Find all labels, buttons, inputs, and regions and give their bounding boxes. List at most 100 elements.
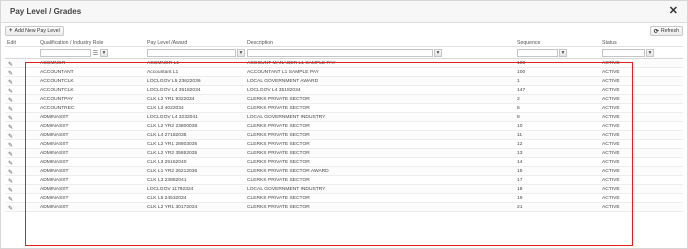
cell-status: ACTIVE [602, 115, 620, 120]
refresh-icon: ⟳ [653, 28, 659, 35]
cell-sequence: 18 [517, 187, 523, 192]
table-row[interactable]: ✎ ACCOUNTCLK LOCLGOV L5 23622036 LOCAL G… [5, 77, 683, 86]
refresh-label: Refresh [660, 28, 679, 34]
pencil-icon[interactable]: ✎ [8, 133, 13, 140]
pencil-icon[interactable]: ✎ [8, 61, 13, 68]
cell-status: ACTIVE [602, 70, 620, 75]
cell-qualification: ACCOUNTREC [40, 106, 75, 111]
pencil-icon[interactable]: ✎ [8, 142, 13, 149]
description-filter-icon[interactable]: ▼ [434, 49, 442, 57]
table-row[interactable]: ✎ ADMINASST CLK L2 YR2 35852035 CLERKS P… [5, 149, 683, 158]
cell-description: LOCAL GOVERNMENT INDUSTRY [247, 115, 326, 120]
cell-description: CLERKS PRIVATE SECTOR [247, 160, 310, 165]
status-filter-icon[interactable]: ▼ [646, 49, 654, 57]
refresh-button[interactable]: ⟳ Refresh [649, 26, 683, 36]
cell-sequence: 19 [517, 196, 523, 201]
pencil-icon[interactable]: ✎ [8, 88, 13, 95]
cell-sequence: 15 [517, 169, 523, 174]
pencil-icon[interactable]: ✎ [8, 178, 13, 185]
cell-qualification: ADMINASST [40, 133, 69, 138]
grid-header-row: Edit Qualification / Industry Role Pay L… [5, 39, 683, 47]
cell-status: ACTIVE [602, 88, 620, 93]
pay-level-filter-input[interactable] [147, 49, 236, 57]
cell-status: ACTIVE [602, 124, 620, 129]
pencil-icon[interactable]: ✎ [8, 97, 13, 104]
cell-qualification: ACCOUNTANT [40, 70, 74, 75]
cell-sequence: 17 [517, 178, 523, 183]
pay-level-filter-icon[interactable]: ▼ [237, 49, 245, 57]
pencil-icon[interactable]: ✎ [8, 187, 13, 194]
table-row[interactable]: ✎ ADMINASST CLK L1 YR2 26212036 CLERKS P… [5, 167, 683, 176]
sequence-filter-input[interactable] [517, 49, 558, 57]
close-icon[interactable]: ✕ [669, 6, 678, 17]
cell-description: CLERKS PRIVATE SECTOR [247, 151, 310, 156]
cell-description: CLERKS PRIVATE SECTOR [247, 133, 310, 138]
qualification-filter-input[interactable] [40, 49, 91, 57]
table-row[interactable]: ✎ ACCOUNTCLK LOCLGOV L4 35182034 LOCLGOV… [5, 86, 683, 95]
column-header-description[interactable]: Description [247, 40, 273, 46]
pencil-icon[interactable]: ✎ [8, 151, 13, 158]
sequence-filter-icon[interactable]: ▼ [559, 49, 567, 57]
add-new-pay-level-label: Add New Pay Level [14, 28, 60, 34]
table-row[interactable]: ✎ ACCMNGR ACCMNGR L1 ACCOUNT MANAGER L1 … [5, 59, 683, 68]
table-row[interactable]: ✎ ACCOUNTANT Accountant L1 ACCOUNTANT L1… [5, 68, 683, 77]
table-row[interactable]: ✎ ADMINASST CLK L4 27182035 CLERKS PRIVA… [5, 131, 683, 140]
table-row[interactable]: ✎ ADMINASST LOCLGOV L4 3232041 LOCAL GOV… [5, 113, 683, 122]
table-row[interactable]: ✎ ADMINASST LOCLGOV 11792324 LOCAL GOVER… [5, 185, 683, 194]
cell-description: LOCAL GOVERNMENT INDUSTRY [247, 187, 326, 192]
toolbar: + Add New Pay Level ⟳ Refresh [1, 25, 687, 37]
cell-description: LOCLGOV L4 35182034 [247, 88, 301, 93]
description-filter-input[interactable] [247, 49, 433, 57]
column-header-sequence[interactable]: Sequence [517, 40, 540, 46]
cell-status: ACTIVE [602, 205, 620, 210]
table-row[interactable]: ✎ ADMINASST CLK L5 24532034 CLERKS PRIVA… [5, 194, 683, 203]
pencil-icon[interactable]: ✎ [8, 79, 13, 86]
cell-description: LOCAL GOVERNMENT AWARD [247, 79, 319, 84]
status-filter-input[interactable] [602, 49, 645, 57]
pencil-icon[interactable]: ✎ [8, 70, 13, 77]
cell-pay-level: CLK L2 YR2 23800038 [147, 124, 198, 129]
cell-pay-level: CLK L1 YR2 26212036 [147, 169, 198, 174]
cell-description: CLERKS PRIVATE SECTOR [247, 196, 310, 201]
plus-icon: + [9, 28, 13, 34]
cell-status: ACTIVE [602, 169, 620, 174]
pencil-icon[interactable]: ✎ [8, 196, 13, 203]
table-row[interactable]: ✎ ACCOUNTREC CLK L3 4022034 CLERKS PRIVA… [5, 104, 683, 113]
pencil-icon[interactable]: ✎ [8, 169, 13, 176]
table-row[interactable]: ✎ ADMINASST CLK L2 YR1 28803035 CLERKS P… [5, 140, 683, 149]
cell-status: ACTIVE [602, 187, 620, 192]
cell-description: CLERKS PRIVATE SECTOR AWARD [247, 169, 329, 174]
table-row[interactable]: ✎ ADMINASST CLK L3 23882041 CLERKS PRIVA… [5, 176, 683, 185]
cell-pay-level: LOCLGOV L4 3232041 [147, 115, 198, 120]
cell-sequence: 13 [517, 151, 523, 156]
pencil-icon[interactable]: ✎ [8, 106, 13, 113]
pencil-icon[interactable]: ✎ [8, 115, 13, 122]
table-row[interactable]: ✎ ADMINASST CLK L2 YR2 23800038 CLERKS P… [5, 122, 683, 131]
table-row[interactable]: ✎ ACCOUNTPAY CLK L2 YR1 9322034 CLERKS P… [5, 95, 683, 104]
pencil-icon[interactable]: ✎ [8, 124, 13, 131]
column-header-pay-level[interactable]: Pay Level /Award [147, 40, 187, 46]
cell-qualification: ACCOUNTCLK [40, 79, 74, 84]
column-header-qualification[interactable]: Qualification / Industry Role [40, 40, 103, 46]
cell-qualification: ADMINASST [40, 160, 69, 165]
add-new-pay-level-button[interactable]: + Add New Pay Level [5, 26, 64, 36]
cell-sequence: 1 [517, 79, 520, 84]
cell-status: ACTIVE [602, 61, 620, 66]
cell-qualification: ACCMNGR [40, 61, 66, 66]
table-row[interactable]: ✎ ADMINASST CLK L2 YR1 30172034 CLERKS P… [5, 203, 683, 212]
cell-sequence: 8 [517, 115, 520, 120]
cell-pay-level: Accountant L1 [147, 70, 179, 75]
cell-description: ACCOUNT MANAGER L1 SAMPLE PAY [247, 61, 336, 66]
table-row[interactable]: ✎ ADMINASST CLK L3 25162040 CLERKS PRIVA… [5, 158, 683, 167]
pencil-icon[interactable]: ✎ [8, 205, 13, 212]
cell-pay-level: LOCLGOV L5 23622036 [147, 79, 201, 84]
cell-status: ACTIVE [602, 79, 620, 84]
pencil-icon[interactable]: ✎ [8, 160, 13, 167]
column-header-status[interactable]: Status [602, 40, 617, 46]
qualification-filter-icon[interactable]: ▼ [100, 49, 108, 57]
cell-status: ACTIVE [602, 160, 620, 165]
cell-status: ACTIVE [602, 106, 620, 111]
cell-pay-level: LOCLGOV 11792324 [147, 187, 194, 192]
cell-status: ACTIVE [602, 196, 620, 201]
sort-icon[interactable]: ☰ [92, 49, 99, 57]
